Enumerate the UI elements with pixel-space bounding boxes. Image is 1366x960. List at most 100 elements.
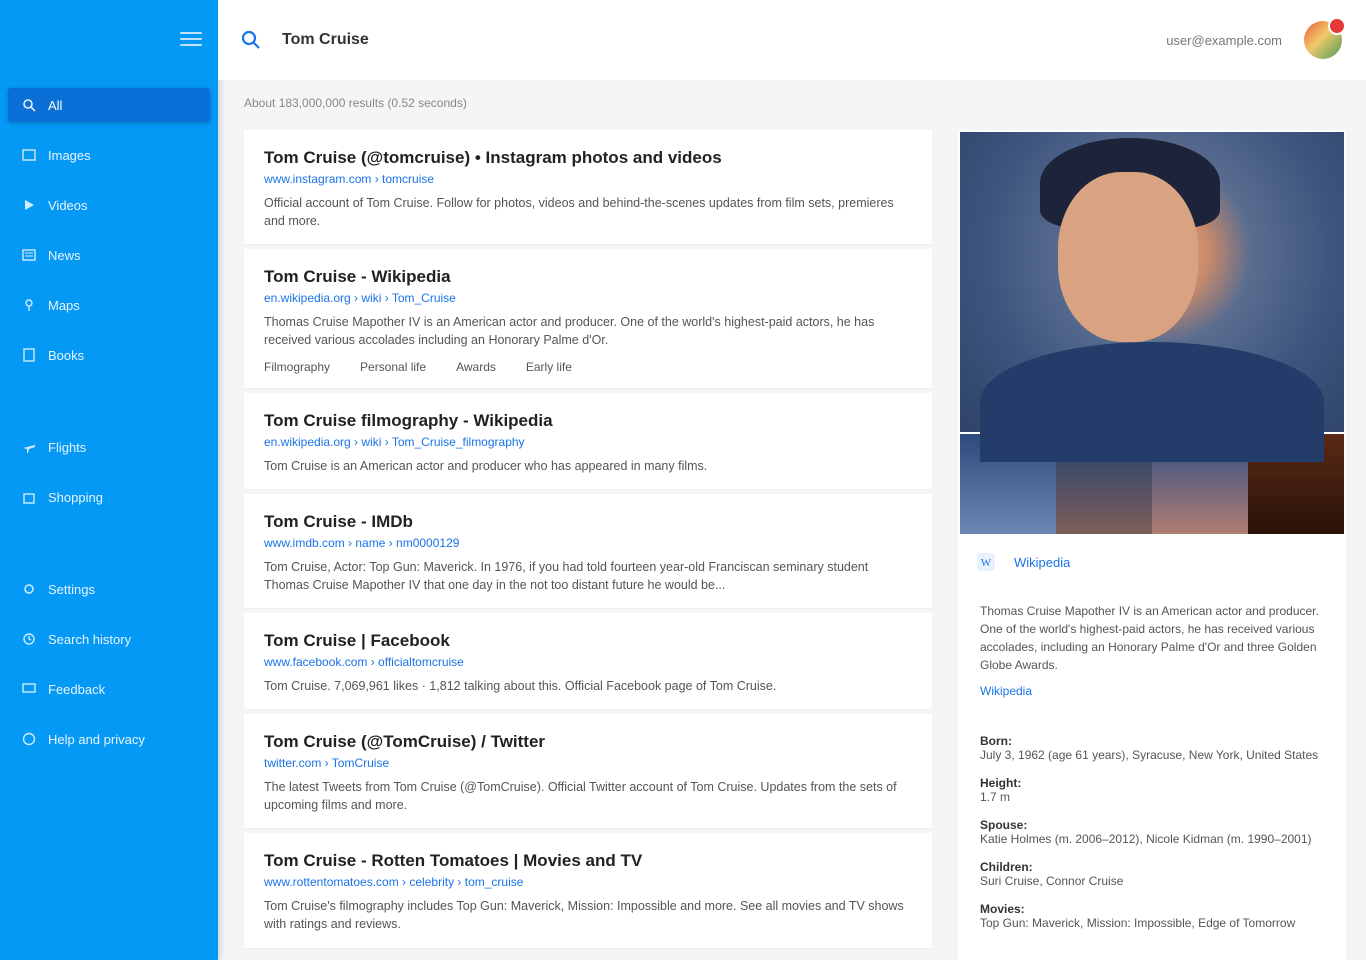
book-icon — [23, 348, 35, 362]
sitelink[interactable]: Early life — [526, 360, 572, 374]
fact-value: 1.7 m — [980, 790, 1011, 804]
sidebar-item-label: Flights — [48, 439, 87, 455]
panel-description: Thomas Cruise Mapother IV is an American… — [980, 604, 1319, 672]
fact-row: Movies: Top Gun: Maverick, Mission: Impo… — [980, 902, 1324, 930]
sidebar-top — [0, 0, 218, 80]
feedback-icon — [22, 683, 36, 693]
top-header: Tom Cruise user@example.com — [218, 0, 1366, 80]
map-pin-icon — [25, 299, 33, 311]
sidebar-item-label: Settings — [48, 581, 95, 597]
sitelink[interactable]: Awards — [456, 360, 496, 374]
shopping-bag-icon — [23, 493, 35, 504]
notification-badge — [1328, 17, 1346, 35]
sidebar-item-help-privacy[interactable]: Help and privacy — [8, 722, 210, 756]
search-result: Tom Cruise filmography - Wikipedia en.wi… — [244, 392, 932, 490]
result-title-link[interactable]: Tom Cruise filmography - Wikipedia — [264, 411, 912, 431]
sidebar-item-settings[interactable]: Settings — [8, 572, 210, 606]
fact-value: Top Gun: Maverick, Mission: Impossible, … — [980, 916, 1296, 930]
fact-key: Born: — [980, 734, 1012, 748]
fact-row: Children: Suri Cruise, Connor Cruise — [980, 860, 1324, 888]
header-right: user@example.com — [1166, 17, 1346, 59]
sidebar-item-videos[interactable]: Videos — [8, 188, 210, 222]
search-result: Tom Cruise (@TomCruise) / Twitter twitte… — [244, 714, 932, 830]
svg-text:W: W — [981, 557, 992, 569]
sitelink[interactable]: Personal life — [360, 360, 426, 374]
wikipedia-icon: W — [977, 553, 995, 571]
search-results: Tom Cruise (@tomcruise) • Instagram phot… — [244, 130, 932, 953]
sidebar-item-feedback[interactable]: Feedback — [8, 672, 210, 706]
result-snippet: Tom Cruise, Actor: Top Gun: Maverick. In… — [264, 559, 869, 592]
result-url[interactable]: en.wikipedia.org › wiki › Tom_Cruise — [264, 291, 912, 305]
sidebar-item-label: Search history — [48, 631, 132, 647]
main-photo[interactable] — [960, 132, 1344, 462]
search-result: Tom Cruise | Facebook www.facebook.com ›… — [244, 612, 932, 710]
photo-face — [1058, 172, 1198, 342]
sidebar-item-label: Books — [48, 347, 85, 363]
result-title-link[interactable]: Tom Cruise | Facebook — [264, 631, 912, 651]
video-icon — [25, 200, 34, 210]
knowledge-panel: W Wikipedia Thomas Cruise Mapother IV is… — [958, 130, 1346, 960]
sidebar-item-search-history[interactable]: Search history — [8, 622, 210, 656]
result-url[interactable]: twitter.com › TomCruise — [264, 756, 912, 770]
panel-source[interactable]: W Wikipedia — [958, 534, 1346, 572]
result-url[interactable]: en.wikipedia.org › wiki › Tom_Cruise_fil… — [264, 435, 912, 449]
help-icon — [22, 732, 36, 746]
panel-more-link[interactable]: Wikipedia — [958, 674, 1346, 698]
result-url[interactable]: www.instagram.com › tomcruise — [264, 172, 912, 186]
fact-key: Movies: — [980, 902, 1025, 916]
sidebar-item-label: Shopping — [48, 489, 103, 505]
results-count: About 183,000,000 results (0.52 seconds) — [244, 96, 467, 110]
fact-key: Children: — [980, 860, 1033, 874]
fact-key: Spouse: — [980, 818, 1028, 832]
result-snippet: Tom Cruise's filmography includes Top Gu… — [264, 899, 904, 932]
news-icon — [22, 249, 36, 261]
sidebar-item-label: Videos — [48, 197, 88, 213]
sidebar-item-news[interactable]: News — [8, 238, 210, 272]
fact-row: Born: July 3, 1962 (age 61 years), Syrac… — [980, 734, 1324, 762]
panel-facts: Born: July 3, 1962 (age 61 years), Syrac… — [958, 698, 1346, 930]
sidebar-item-shopping[interactable]: Shopping — [8, 480, 210, 514]
sidebar-item-label: Maps — [48, 297, 80, 313]
sidebar-item-images[interactable]: Images — [8, 138, 210, 172]
result-url[interactable]: www.rottentomatoes.com › celebrity › tom… — [264, 875, 912, 889]
result-title-link[interactable]: Tom Cruise (@tomcruise) • Instagram phot… — [264, 148, 912, 168]
sidebar-item-all[interactable]: All — [8, 88, 210, 122]
user-email: user@example.com — [1166, 32, 1282, 48]
result-url[interactable]: www.imdb.com › name › nm0000129 — [264, 536, 912, 550]
plane-icon — [23, 445, 35, 453]
search-icon[interactable] — [240, 29, 262, 51]
result-url[interactable]: www.facebook.com › officialtomcruise — [264, 655, 912, 669]
nav-spacer — [0, 530, 218, 564]
photo-shoulders — [980, 342, 1324, 462]
fact-value: July 3, 1962 (age 61 years), Syracuse, N… — [980, 748, 1319, 762]
fact-row: Spouse: Katie Holmes (m. 2006–2012), Nic… — [980, 818, 1324, 846]
collapse-menu-icon[interactable] — [180, 28, 202, 50]
search-result: Tom Cruise - Wikipedia en.wikipedia.org … — [244, 249, 932, 389]
search-result: Tom Cruise - Rotten Tomatoes | Movies an… — [244, 833, 932, 949]
avatar[interactable] — [1304, 17, 1346, 59]
result-title-link[interactable]: Tom Cruise - IMDb — [264, 512, 912, 532]
sidebar-item-maps[interactable]: Maps — [8, 288, 210, 322]
nav-spacer — [0, 388, 218, 422]
result-title-link[interactable]: Tom Cruise - Rotten Tomatoes | Movies an… — [264, 851, 912, 871]
fact-value: Suri Cruise, Connor Cruise — [980, 874, 1124, 888]
result-snippet: Official account of Tom Cruise. Follow f… — [264, 196, 894, 229]
fact-value: Katie Holmes (m. 2006–2012), Nicole Kidm… — [980, 832, 1312, 846]
sitelink[interactable]: Filmography — [264, 360, 330, 374]
result-snippet: The latest Tweets from Tom Cruise (@TomC… — [264, 780, 897, 813]
result-title-link[interactable]: Tom Cruise - Wikipedia — [264, 267, 912, 287]
result-snippet: Tom Cruise is an American actor and prod… — [264, 458, 708, 473]
fact-key: Height: — [980, 776, 1022, 790]
sidebar-item-flights[interactable]: Flights — [8, 430, 210, 464]
search-result: Tom Cruise (@tomcruise) • Instagram phot… — [244, 130, 932, 246]
result-title-link[interactable]: Tom Cruise (@TomCruise) / Twitter — [264, 732, 912, 752]
search-query[interactable]: Tom Cruise — [282, 31, 369, 49]
sidebar-item-label: Feedback — [48, 681, 106, 697]
sidebar-item-label: Help and privacy — [48, 731, 145, 747]
sidebar-nav: All Images Videos News Maps Books Flight… — [0, 88, 218, 756]
image-icon — [22, 149, 36, 161]
result-sitelinks: Filmography Personal life Awards Early l… — [264, 360, 912, 374]
sidebar-item-label: All — [48, 97, 63, 113]
fact-row: Height: 1.7 m — [980, 776, 1324, 804]
sidebar-item-books[interactable]: Books — [8, 338, 210, 372]
